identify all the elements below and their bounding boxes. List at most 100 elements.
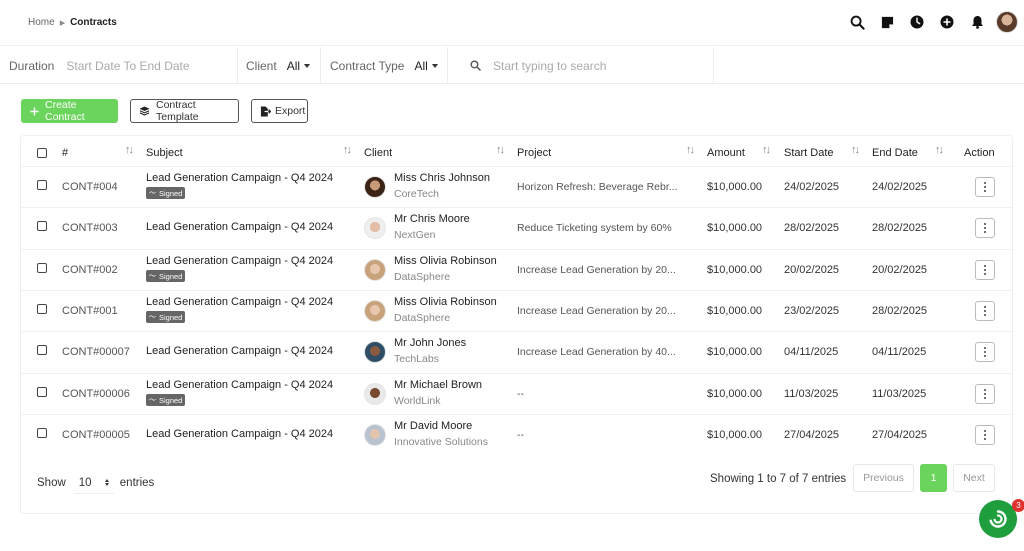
row-checkbox[interactable] [37, 180, 47, 190]
sort-icon[interactable]: ↑↓ [496, 144, 505, 156]
previous-page-button[interactable]: Previous [853, 464, 914, 492]
more-actions-icon[interactable] [975, 342, 995, 362]
column-header-start-date[interactable]: Start Date [784, 146, 834, 160]
sort-icon[interactable]: ↑↓ [851, 144, 860, 156]
table-row[interactable]: CONT#004 Lead Generation Campaign - Q4 2… [21, 166, 1012, 207]
clock-icon[interactable] [906, 11, 928, 33]
column-header-end-date[interactable]: End Date [872, 146, 918, 160]
next-page-button[interactable]: Next [953, 464, 995, 492]
contract-subject[interactable]: Lead Generation Campaign - Q4 2024 [146, 296, 333, 308]
client-name[interactable]: Mr John Jones [394, 337, 466, 349]
page-length-select[interactable]: 10 [73, 472, 114, 494]
sort-icon[interactable]: ↑↓ [125, 144, 134, 156]
client-name[interactable]: Miss Chris Johnson [394, 172, 490, 184]
search-icon[interactable] [846, 11, 868, 33]
project-name[interactable]: Horizon Refresh: Beverage Rebr... [517, 181, 678, 193]
column-header-subject[interactable]: Subject [146, 146, 183, 160]
sort-icon[interactable]: ↑↓ [935, 144, 944, 156]
contract-template-button[interactable]: Contract Template [130, 99, 239, 123]
project-name[interactable]: Increase Lead Generation by 40... [517, 346, 676, 358]
more-actions-icon[interactable] [975, 218, 995, 238]
signature-icon: 〜 [149, 314, 156, 321]
contract-subject[interactable]: Lead Generation Campaign - Q4 2024 [146, 172, 333, 184]
project-name[interactable]: -- [517, 429, 524, 441]
project-name[interactable]: -- [517, 388, 524, 400]
duration-filter[interactable]: Duration Start Date To End Date [9, 47, 190, 84]
row-checkbox[interactable] [37, 221, 47, 231]
column-header-client[interactable]: Client [364, 146, 392, 160]
more-actions-icon[interactable] [975, 384, 995, 404]
more-actions-icon[interactable] [975, 260, 995, 280]
client-name[interactable]: Mr David Moore [394, 420, 488, 432]
start-date: 04/11/2025 [784, 346, 839, 358]
table-row[interactable]: CONT#001 Lead Generation Campaign - Q4 2… [21, 290, 1012, 331]
client-name[interactable]: Miss Olivia Robinson [394, 255, 497, 267]
contract-id[interactable]: CONT#004 [62, 181, 118, 193]
contract-subject[interactable]: Lead Generation Campaign - Q4 2024 [146, 345, 333, 357]
contract-type-filter[interactable]: Contract Type All [330, 47, 438, 84]
contract-subject[interactable]: Lead Generation Campaign - Q4 2024 [146, 379, 333, 391]
more-actions-icon[interactable] [975, 177, 995, 197]
contract-id[interactable]: CONT#00005 [62, 429, 130, 441]
search-box[interactable]: Start typing to search [470, 47, 606, 84]
search-input[interactable]: Start typing to search [493, 59, 606, 73]
table-row[interactable]: CONT#00005 Lead Generation Campaign - Q4… [21, 414, 1012, 455]
more-actions-icon[interactable] [975, 425, 995, 445]
bell-icon[interactable] [966, 11, 988, 33]
column-header-action: Action [964, 147, 995, 159]
client-filter-select[interactable]: All [287, 59, 311, 73]
more-actions-icon[interactable] [975, 301, 995, 321]
column-header-number[interactable]: # [62, 146, 68, 160]
project-name[interactable]: Increase Lead Generation by 20... [517, 264, 676, 276]
table-row[interactable]: CONT#003 Lead Generation Campaign - Q4 2… [21, 207, 1012, 248]
contract-type-select[interactable]: All [414, 59, 438, 73]
subject-cell: Lead Generation Campaign - Q4 2024 〜 Sign… [146, 255, 333, 282]
column-header-project[interactable]: Project [517, 146, 551, 160]
sort-icon[interactable]: ↑↓ [343, 144, 352, 156]
contract-id[interactable]: CONT#003 [62, 222, 118, 234]
signature-icon: 〜 [149, 397, 156, 404]
client-avatar [364, 424, 386, 446]
sticky-note-icon[interactable] [876, 11, 898, 33]
sort-icon[interactable]: ↑↓ [686, 144, 695, 156]
start-date: 11/03/2025 [784, 388, 839, 400]
contract-id[interactable]: CONT#001 [62, 305, 118, 317]
contract-subject[interactable]: Lead Generation Campaign - Q4 2024 [146, 255, 333, 267]
page-1-button[interactable]: 1 [920, 464, 947, 492]
sort-icon[interactable]: ↑↓ [762, 144, 771, 156]
row-checkbox[interactable] [37, 428, 47, 438]
row-checkbox[interactable] [37, 345, 47, 355]
table-row[interactable]: CONT#00006 Lead Generation Campaign - Q4… [21, 373, 1012, 414]
row-checkbox[interactable] [37, 263, 47, 273]
export-button[interactable]: Export [251, 99, 308, 123]
table-row[interactable]: CONT#002 Lead Generation Campaign - Q4 2… [21, 249, 1012, 290]
client-cell: Miss Olivia Robinson DataSphere [394, 255, 497, 283]
end-date: 28/02/2025 [872, 222, 928, 234]
signed-badge-label: Signed [159, 271, 183, 281]
client-name[interactable]: Miss Olivia Robinson [394, 296, 497, 308]
client-name[interactable]: Mr Michael Brown [394, 379, 482, 391]
duration-date-range-input[interactable]: Start Date To End Date [66, 59, 189, 73]
project-name[interactable]: Reduce Ticketing system by 60% [517, 222, 672, 234]
contract-id[interactable]: CONT#00006 [62, 388, 130, 400]
plus-circle-icon[interactable] [936, 11, 958, 33]
row-checkbox[interactable] [37, 387, 47, 397]
breadcrumb-home[interactable]: Home [28, 17, 55, 28]
select-all-checkbox[interactable] [37, 146, 47, 160]
contract-subject[interactable]: Lead Generation Campaign - Q4 2024 [146, 428, 333, 440]
column-header-amount[interactable]: Amount [707, 146, 745, 160]
subject-cell: Lead Generation Campaign - Q4 2024 [146, 221, 333, 233]
contract-id[interactable]: CONT#00007 [62, 346, 130, 358]
client-name[interactable]: Mr Chris Moore [394, 213, 470, 225]
table-row[interactable]: CONT#00007 Lead Generation Campaign - Q4… [21, 331, 1012, 372]
client-filter[interactable]: Client All [246, 47, 311, 84]
contract-id[interactable]: CONT#002 [62, 264, 118, 276]
end-date: 27/04/2025 [872, 429, 928, 441]
row-checkbox[interactable] [37, 304, 47, 314]
client-company: TechLabs [394, 353, 439, 365]
project-name[interactable]: Increase Lead Generation by 20... [517, 305, 676, 317]
create-contract-button[interactable]: Create Contract [21, 99, 118, 123]
user-avatar[interactable] [996, 11, 1018, 33]
contract-subject[interactable]: Lead Generation Campaign - Q4 2024 [146, 221, 333, 233]
client-company: DataSphere [394, 312, 451, 324]
